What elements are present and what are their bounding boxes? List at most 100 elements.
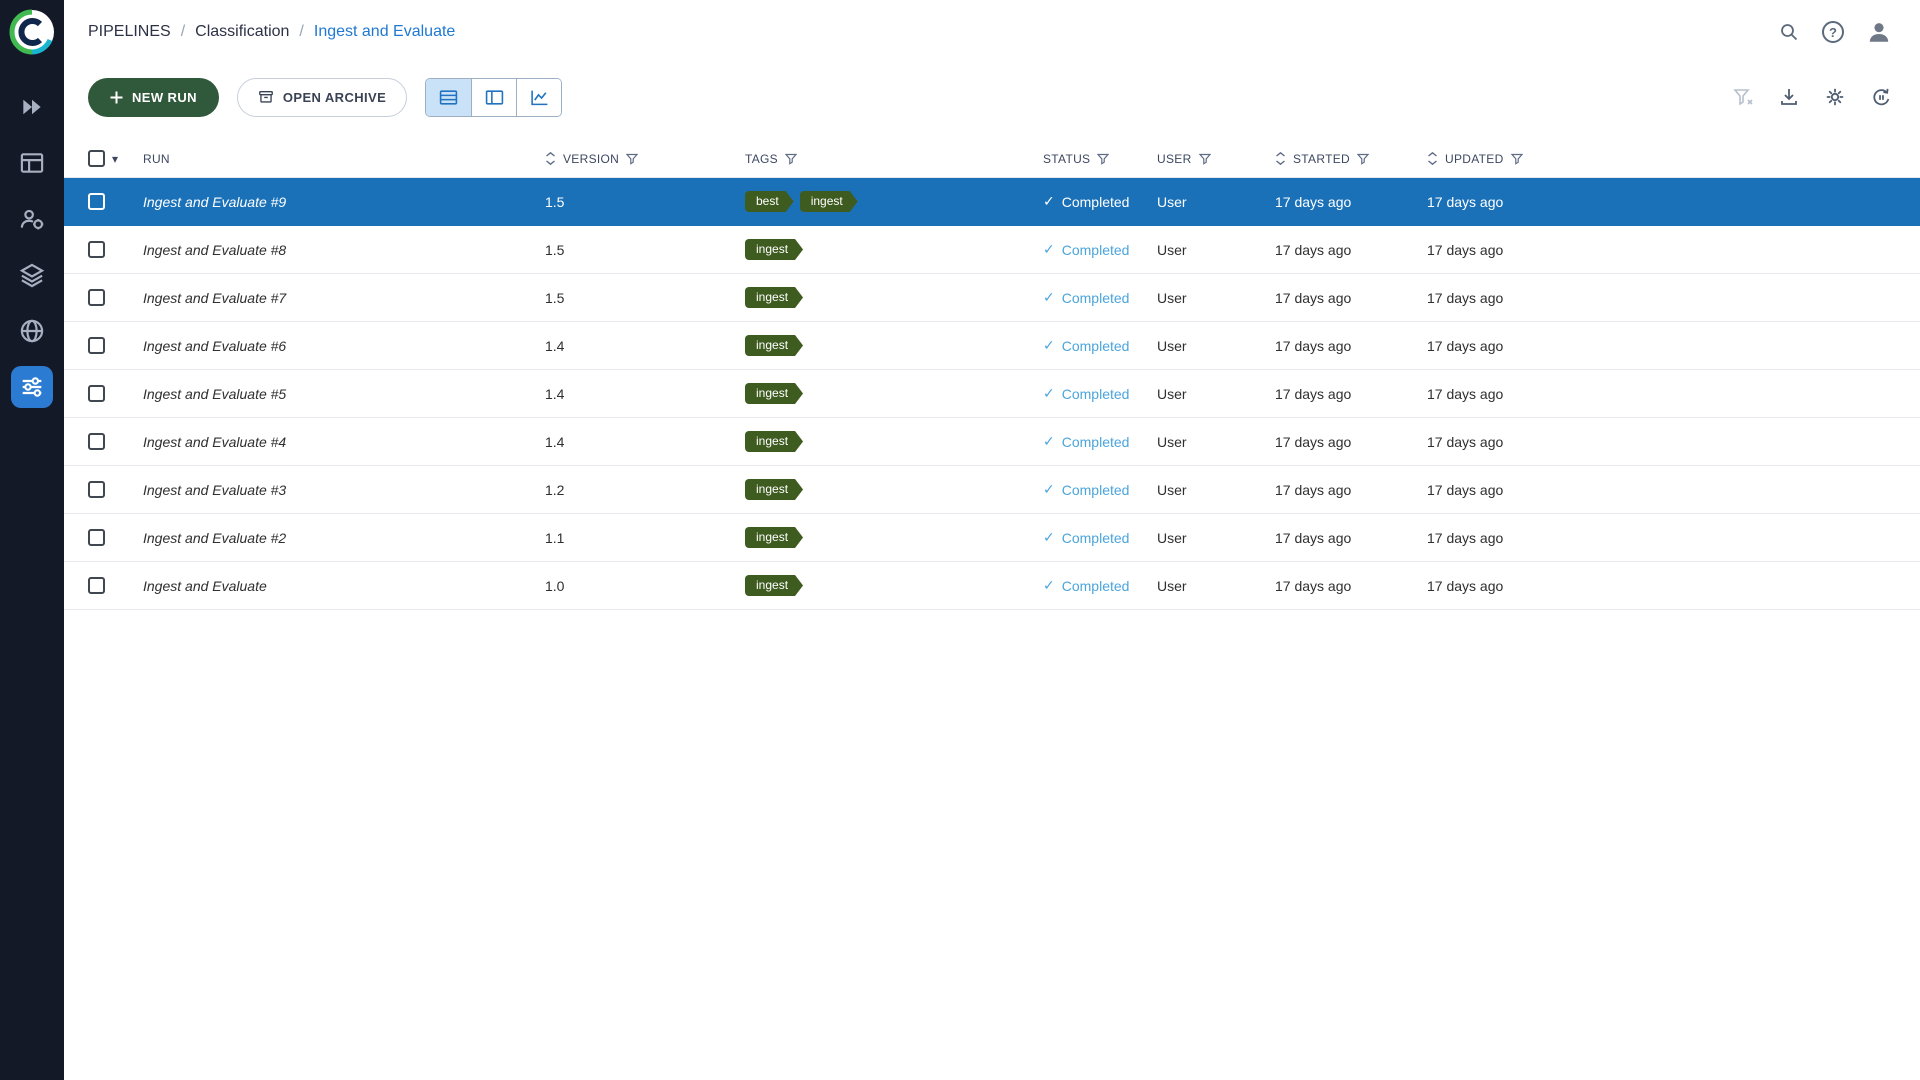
- status-text: Completed: [1062, 290, 1130, 306]
- status-text: Completed: [1062, 386, 1130, 402]
- col-run-label[interactable]: RUN: [143, 152, 170, 166]
- hyper-datasets-icon: [19, 318, 45, 344]
- table-row[interactable]: Ingest and Evaluate #5 1.4 ingest ✓ Comp…: [64, 370, 1920, 418]
- run-version: 1.4: [545, 386, 745, 402]
- open-archive-button[interactable]: OPEN ARCHIVE: [237, 78, 407, 117]
- sidebar-item-reports[interactable]: [0, 135, 64, 191]
- filter-status-icon[interactable]: [1097, 153, 1109, 165]
- sidebar-item-projects[interactable]: [0, 79, 64, 135]
- clear-filters-icon: [1733, 87, 1753, 107]
- table-row[interactable]: Ingest and Evaluate #9 1.5 bestingest ✓ …: [64, 178, 1920, 226]
- sidebar-item-hyper-datasets[interactable]: [0, 303, 64, 359]
- settings-button[interactable]: [1825, 87, 1845, 107]
- run-updated: 17 days ago: [1427, 386, 1920, 402]
- table-row[interactable]: Ingest and Evaluate 1.0 ingest ✓ Complet…: [64, 562, 1920, 610]
- sort-started-icon[interactable]: [1275, 152, 1286, 165]
- sidebar-item-workers-queues[interactable]: [0, 191, 64, 247]
- run-name[interactable]: Ingest and Evaluate #7: [143, 290, 286, 306]
- download-button[interactable]: [1779, 87, 1799, 107]
- sort-updated-icon[interactable]: [1427, 152, 1438, 165]
- table-view-toggle[interactable]: [426, 79, 471, 116]
- user-avatar[interactable]: [1866, 19, 1892, 45]
- breadcrumb-current: Ingest and Evaluate: [314, 23, 455, 41]
- help-button[interactable]: ?: [1822, 21, 1844, 43]
- status-check-icon: ✓: [1043, 193, 1055, 210]
- breadcrumb-pipelines[interactable]: PIPELINES: [88, 23, 171, 41]
- row-checkbox[interactable]: [88, 337, 105, 354]
- status-text: Completed: [1062, 338, 1130, 354]
- top-header: PIPELINES / Classification / Ingest and …: [64, 0, 1920, 64]
- datasets-icon: [19, 262, 45, 288]
- tag-ingest: ingest: [745, 287, 803, 308]
- run-tags: ingest: [745, 335, 1043, 356]
- status-check-icon: ✓: [1043, 481, 1055, 498]
- col-user-label[interactable]: USER: [1157, 152, 1192, 166]
- avatar-icon: [1866, 19, 1892, 45]
- table-row[interactable]: Ingest and Evaluate #2 1.1 ingest ✓ Comp…: [64, 514, 1920, 562]
- run-user: User: [1157, 434, 1275, 450]
- table-row[interactable]: Ingest and Evaluate #6 1.4 ingest ✓ Comp…: [64, 322, 1920, 370]
- new-run-button[interactable]: NEW RUN: [88, 78, 219, 117]
- run-started: 17 days ago: [1275, 482, 1427, 498]
- runs-table: ▾ RUN VERSION TAGS STATUS: [64, 140, 1920, 610]
- help-icon: ?: [1822, 21, 1844, 43]
- auto-refresh-button[interactable]: [1871, 87, 1892, 108]
- table-row[interactable]: Ingest and Evaluate #4 1.4 ingest ✓ Comp…: [64, 418, 1920, 466]
- row-checkbox[interactable]: [88, 289, 105, 306]
- run-name[interactable]: Ingest and Evaluate: [143, 578, 267, 594]
- col-tags-label[interactable]: TAGS: [745, 152, 778, 166]
- search-button[interactable]: [1778, 21, 1800, 43]
- filter-version-icon[interactable]: [626, 153, 638, 165]
- toolbar: NEW RUN OPEN ARCHIVE: [64, 64, 1920, 130]
- run-name[interactable]: Ingest and Evaluate #5: [143, 386, 286, 402]
- run-name[interactable]: Ingest and Evaluate #2: [143, 530, 286, 546]
- run-name[interactable]: Ingest and Evaluate #9: [143, 194, 286, 210]
- sort-version-icon[interactable]: [545, 152, 556, 165]
- filter-tags-icon[interactable]: [785, 153, 797, 165]
- col-updated-label[interactable]: UPDATED: [1445, 152, 1504, 166]
- run-name[interactable]: Ingest and Evaluate #6: [143, 338, 286, 354]
- row-checkbox[interactable]: [88, 193, 105, 210]
- status-text: Completed: [1062, 242, 1130, 258]
- chart-view-toggle[interactable]: [516, 79, 561, 116]
- breadcrumb-project[interactable]: Classification: [195, 23, 289, 41]
- filter-started-icon[interactable]: [1357, 153, 1369, 165]
- workers-icon: [19, 206, 45, 232]
- main-content: PIPELINES / Classification / Ingest and …: [64, 0, 1920, 1080]
- table-view-icon: [439, 89, 458, 106]
- col-version-label[interactable]: VERSION: [563, 152, 619, 166]
- run-user: User: [1157, 194, 1275, 210]
- table-row[interactable]: Ingest and Evaluate #8 1.5 ingest ✓ Comp…: [64, 226, 1920, 274]
- table-row[interactable]: Ingest and Evaluate #3 1.2 ingest ✓ Comp…: [64, 466, 1920, 514]
- row-checkbox[interactable]: [88, 385, 105, 402]
- run-name[interactable]: Ingest and Evaluate #3: [143, 482, 286, 498]
- run-started: 17 days ago: [1275, 578, 1427, 594]
- filter-updated-icon[interactable]: [1511, 153, 1523, 165]
- sidebar-item-datasets[interactable]: [0, 247, 64, 303]
- row-checkbox[interactable]: [88, 577, 105, 594]
- status-text: Completed: [1062, 434, 1130, 450]
- row-checkbox[interactable]: [88, 433, 105, 450]
- tag-ingest: ingest: [745, 383, 803, 404]
- filter-user-icon[interactable]: [1199, 153, 1211, 165]
- row-checkbox[interactable]: [88, 529, 105, 546]
- row-checkbox[interactable]: [88, 481, 105, 498]
- select-all-caret-icon[interactable]: ▾: [112, 152, 118, 166]
- table-header: ▾ RUN VERSION TAGS STATUS: [64, 140, 1920, 178]
- clearml-logo[interactable]: [9, 9, 55, 55]
- projects-icon: [19, 94, 45, 120]
- split-view-toggle[interactable]: [471, 79, 516, 116]
- sidebar-item-pipelines[interactable]: [0, 359, 64, 415]
- clear-filters-button[interactable]: [1733, 87, 1753, 107]
- col-status-label[interactable]: STATUS: [1043, 152, 1090, 166]
- run-tags: ingest: [745, 527, 1043, 548]
- col-started-label[interactable]: STARTED: [1293, 152, 1350, 166]
- select-all-checkbox[interactable]: [88, 150, 105, 167]
- status-check-icon: ✓: [1043, 385, 1055, 402]
- status-text: Completed: [1062, 194, 1130, 210]
- table-row[interactable]: Ingest and Evaluate #7 1.5 ingest ✓ Comp…: [64, 274, 1920, 322]
- run-name[interactable]: Ingest and Evaluate #4: [143, 434, 286, 450]
- row-checkbox[interactable]: [88, 241, 105, 258]
- run-version: 1.4: [545, 338, 745, 354]
- run-name[interactable]: Ingest and Evaluate #8: [143, 242, 286, 258]
